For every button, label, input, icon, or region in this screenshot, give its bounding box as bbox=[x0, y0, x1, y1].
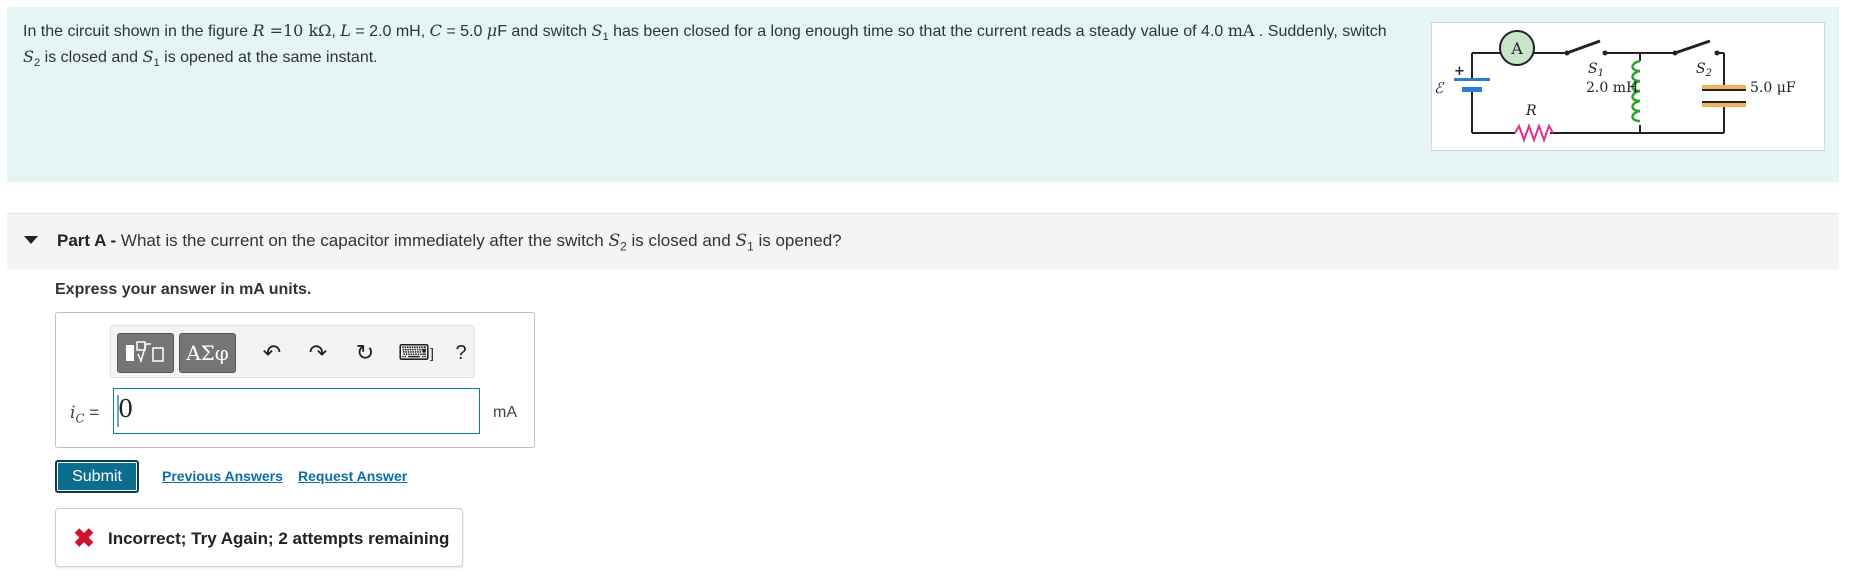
math-toolbar: ΑΣφ ↶ ↷ ↻ ⌨] ? bbox=[110, 325, 475, 378]
answer-unit: mA bbox=[493, 404, 517, 421]
switch-s2-label: S2 bbox=[1696, 61, 1712, 79]
circuit-diagram: A S1 S2 2.0 mH 5.0 μF + ℰ R bbox=[1434, 30, 1796, 143]
c-unit-text: F and switch bbox=[497, 23, 592, 40]
emf-label: ℰ bbox=[1434, 79, 1445, 97]
c-value: = 5.0 bbox=[441, 23, 487, 40]
intro-text-4: is closed and bbox=[40, 49, 143, 67]
part-label: Part A - bbox=[57, 231, 117, 250]
ma-unit: mA bbox=[1227, 21, 1255, 40]
var-c-subscript: C bbox=[75, 411, 85, 426]
intro-text-2: has been closed for a long enough time s… bbox=[608, 23, 1228, 40]
undo-icon[interactable]: ↶ bbox=[258, 339, 286, 367]
var-s2: S bbox=[23, 47, 34, 67]
question-text-b: is closed and bbox=[626, 231, 736, 250]
templates-button[interactable] bbox=[117, 333, 174, 373]
answer-box: ΑΣφ ↶ ↷ ↻ ⌨] ? iC = 0 mA bbox=[55, 312, 535, 448]
battery-short-plate bbox=[1462, 87, 1482, 92]
separator: , bbox=[331, 23, 341, 40]
previous-answers-link[interactable]: Previous Answers bbox=[162, 468, 283, 484]
q-s2-subscript: 2 bbox=[620, 239, 627, 254]
part-a-question: Part A - What is the current on the capa… bbox=[57, 231, 842, 253]
intro-text-5: is opened at the same instant. bbox=[159, 49, 378, 67]
var-s1b: S bbox=[142, 47, 154, 67]
q-var-s2: S bbox=[608, 231, 621, 251]
intro-text-3: . Suddenly, switch bbox=[1254, 23, 1387, 40]
inductor-label: 2.0 mH bbox=[1586, 80, 1638, 96]
problem-text: In the circuit shown in the figure R =10… bbox=[23, 21, 1423, 73]
q-s1-subscript: 1 bbox=[747, 239, 754, 254]
mu-symbol: μ bbox=[486, 21, 498, 40]
circuit-figure: A S1 S2 2.0 mH 5.0 μF + ℰ R bbox=[1431, 22, 1825, 151]
feedback-message: Incorrect; Try Again; 2 attempts remaini… bbox=[108, 529, 450, 548]
question-text-a: What is the current on the capacitor imm… bbox=[116, 231, 609, 250]
resistor-label: R bbox=[1525, 103, 1537, 119]
template-icon bbox=[125, 341, 164, 364]
submit-button[interactable]: Submit bbox=[55, 460, 139, 493]
q-var-s1: S bbox=[735, 231, 748, 251]
collapse-caret-icon[interactable] bbox=[24, 236, 38, 244]
ammeter-label: A bbox=[1510, 39, 1523, 58]
request-answer-link[interactable]: Request Answer bbox=[298, 468, 407, 484]
resistor-zigzag bbox=[1514, 123, 1554, 143]
help-icon[interactable]: ? bbox=[447, 339, 475, 367]
battery-plus: + bbox=[1454, 64, 1465, 79]
feedback-box: ✖ Incorrect; Try Again; 2 attempts remai… bbox=[55, 508, 463, 567]
answer-input[interactable]: 0 bbox=[113, 388, 480, 434]
reset-icon[interactable]: ↻ bbox=[351, 339, 379, 367]
answer-instruction: Express your answer in mA units. bbox=[55, 281, 312, 298]
problem-intro: In the circuit shown in the figure R =10… bbox=[7, 7, 1839, 182]
answer-variable-label: iC = bbox=[70, 403, 99, 425]
greek-symbols-button[interactable]: ΑΣφ bbox=[179, 333, 236, 373]
keyboard-icon[interactable]: ⌨] bbox=[398, 339, 434, 367]
capacitor-plate-top bbox=[1702, 85, 1746, 89]
redo-icon[interactable]: ↷ bbox=[304, 339, 332, 367]
incorrect-x-icon: ✖ bbox=[73, 522, 95, 553]
keyboard-bracket: ] bbox=[429, 345, 434, 361]
keyboard-glyph: ⌨ bbox=[398, 340, 430, 365]
equals-sign: = bbox=[84, 403, 100, 422]
l-value: = 2.0 mH, bbox=[350, 23, 430, 40]
r-value: =10 kΩ bbox=[264, 21, 332, 40]
capacitor-plate-bottom bbox=[1702, 103, 1746, 107]
capacitor-label: 5.0 μF bbox=[1750, 80, 1796, 96]
question-text-c: is opened? bbox=[753, 231, 842, 250]
part-a-header[interactable]: Part A - What is the current on the capa… bbox=[7, 213, 1839, 269]
var-l: L bbox=[340, 21, 351, 40]
intro-text-1: In the circuit shown in the figure bbox=[23, 23, 253, 40]
var-r: R bbox=[252, 21, 265, 40]
switch-s1-label: S1 bbox=[1588, 61, 1604, 79]
var-c: C bbox=[429, 21, 442, 40]
var-s1: S bbox=[591, 21, 603, 40]
